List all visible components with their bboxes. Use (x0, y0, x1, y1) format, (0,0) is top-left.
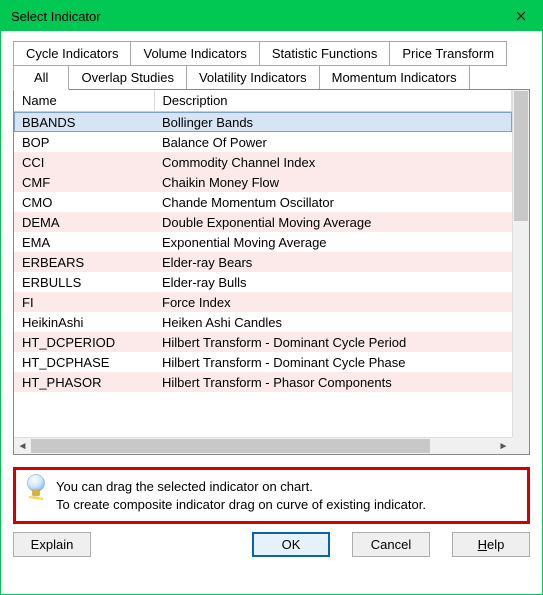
table-body: BBANDSBollinger BandsBOPBalance Of Power… (14, 112, 512, 393)
horizontal-scrollbar[interactable]: ◄ ► (14, 437, 512, 454)
cell-description: Heiken Ashi Candles (154, 312, 512, 332)
hint-line-1: You can drag the selected indicator on c… (56, 478, 426, 496)
cell-description: Hilbert Transform - Phasor Components (154, 372, 512, 392)
indicator-table: Name Description BBANDSBollinger BandsBO… (14, 90, 512, 392)
dialog-content: Cycle Indicators Volume Indicators Stati… (1, 31, 542, 565)
titlebar: Select Indicator (1, 1, 542, 31)
cell-description: Elder-ray Bears (154, 252, 512, 272)
tab-statistic-functions[interactable]: Statistic Functions (259, 41, 391, 66)
vertical-scrollbar[interactable] (512, 90, 529, 437)
lightbulb-icon (26, 473, 46, 505)
cell-name: HT_PHASOR (14, 372, 154, 392)
cell-name: ERBULLS (14, 272, 154, 292)
tab-price-transform[interactable]: Price Transform (389, 41, 507, 66)
tab-overlap-studies[interactable]: Overlap Studies (68, 65, 187, 90)
help-button[interactable]: Help (452, 532, 530, 557)
hint-line-2: To create composite indicator drag on cu… (56, 496, 426, 514)
table-row[interactable]: HeikinAshiHeiken Ashi Candles (14, 312, 512, 332)
col-header-description[interactable]: Description (154, 90, 512, 112)
table-row[interactable]: EMAExponential Moving Average (14, 232, 512, 252)
table-row[interactable]: BOPBalance Of Power (14, 132, 512, 152)
tab-cycle-indicators[interactable]: Cycle Indicators (13, 41, 131, 66)
scroll-corner (512, 437, 529, 454)
cell-description: Bollinger Bands (154, 112, 512, 133)
hint-box: You can drag the selected indicator on c… (13, 467, 530, 524)
table-row[interactable]: HT_DCPHASEHilbert Transform - Dominant C… (14, 352, 512, 372)
cell-description: Commodity Channel Index (154, 152, 512, 172)
cell-description: Hilbert Transform - Dominant Cycle Perio… (154, 332, 512, 352)
table-row[interactable]: CMFChaikin Money Flow (14, 172, 512, 192)
help-mnemonic: H (478, 537, 487, 552)
cell-description: Force Index (154, 292, 512, 312)
cell-description: Balance Of Power (154, 132, 512, 152)
cell-name: CMF (14, 172, 154, 192)
cell-name: BBANDS (14, 112, 154, 133)
tab-strip: Cycle Indicators Volume Indicators Stati… (13, 41, 530, 89)
table-row[interactable]: CCICommodity Channel Index (14, 152, 512, 172)
cell-name: CMO (14, 192, 154, 212)
table-row[interactable]: HT_DCPERIODHilbert Transform - Dominant … (14, 332, 512, 352)
horizontal-scroll-thumb[interactable] (31, 439, 430, 453)
indicator-table-wrap: Name Description BBANDSBollinger BandsBO… (13, 89, 530, 455)
window-title: Select Indicator (11, 9, 101, 24)
help-rest: elp (487, 537, 504, 552)
vertical-scroll-thumb[interactable] (514, 91, 528, 221)
tab-row-upper: Cycle Indicators Volume Indicators Stati… (13, 41, 530, 65)
ok-button[interactable]: OK (252, 532, 330, 557)
cell-name: CCI (14, 152, 154, 172)
cell-description: Elder-ray Bulls (154, 272, 512, 292)
cell-name: FI (14, 292, 154, 312)
tab-momentum-indicators[interactable]: Momentum Indicators (319, 65, 470, 90)
cell-description: Exponential Moving Average (154, 232, 512, 252)
button-row: Explain OK Cancel Help (13, 532, 530, 557)
table-row[interactable]: BBANDSBollinger Bands (14, 112, 512, 133)
cancel-button[interactable]: Cancel (352, 532, 430, 557)
tab-row-lower: All Overlap Studies Volatility Indicator… (13, 65, 530, 89)
table-row[interactable]: ERBULLSElder-ray Bulls (14, 272, 512, 292)
cell-description: Hilbert Transform - Dominant Cycle Phase (154, 352, 512, 372)
tab-volatility-indicators[interactable]: Volatility Indicators (186, 65, 320, 90)
table-row[interactable]: CMOChande Momentum Oscillator (14, 192, 512, 212)
table-row[interactable]: HT_PHASORHilbert Transform - Phasor Comp… (14, 372, 512, 392)
cell-description: Chaikin Money Flow (154, 172, 512, 192)
close-button[interactable] (500, 1, 542, 31)
close-icon (516, 11, 526, 21)
cell-description: Double Exponential Moving Average (154, 212, 512, 232)
col-header-name[interactable]: Name (14, 90, 154, 112)
cell-name: ERBEARS (14, 252, 154, 272)
table-row[interactable]: DEMADouble Exponential Moving Average (14, 212, 512, 232)
table-row[interactable]: ERBEARSElder-ray Bears (14, 252, 512, 272)
tab-all[interactable]: All (13, 65, 69, 90)
tab-volume-indicators[interactable]: Volume Indicators (130, 41, 259, 66)
cell-name: HT_DCPERIOD (14, 332, 154, 352)
cell-name: BOP (14, 132, 154, 152)
cell-name: HeikinAshi (14, 312, 154, 332)
cell-name: DEMA (14, 212, 154, 232)
explain-button[interactable]: Explain (13, 532, 91, 557)
scroll-right-icon[interactable]: ► (495, 438, 512, 455)
table-row[interactable]: FIForce Index (14, 292, 512, 312)
table-header-row: Name Description (14, 90, 512, 112)
hint-text: You can drag the selected indicator on c… (56, 478, 426, 513)
cell-name: HT_DCPHASE (14, 352, 154, 372)
cell-description: Chande Momentum Oscillator (154, 192, 512, 212)
scroll-left-icon[interactable]: ◄ (14, 438, 31, 455)
cell-name: EMA (14, 232, 154, 252)
